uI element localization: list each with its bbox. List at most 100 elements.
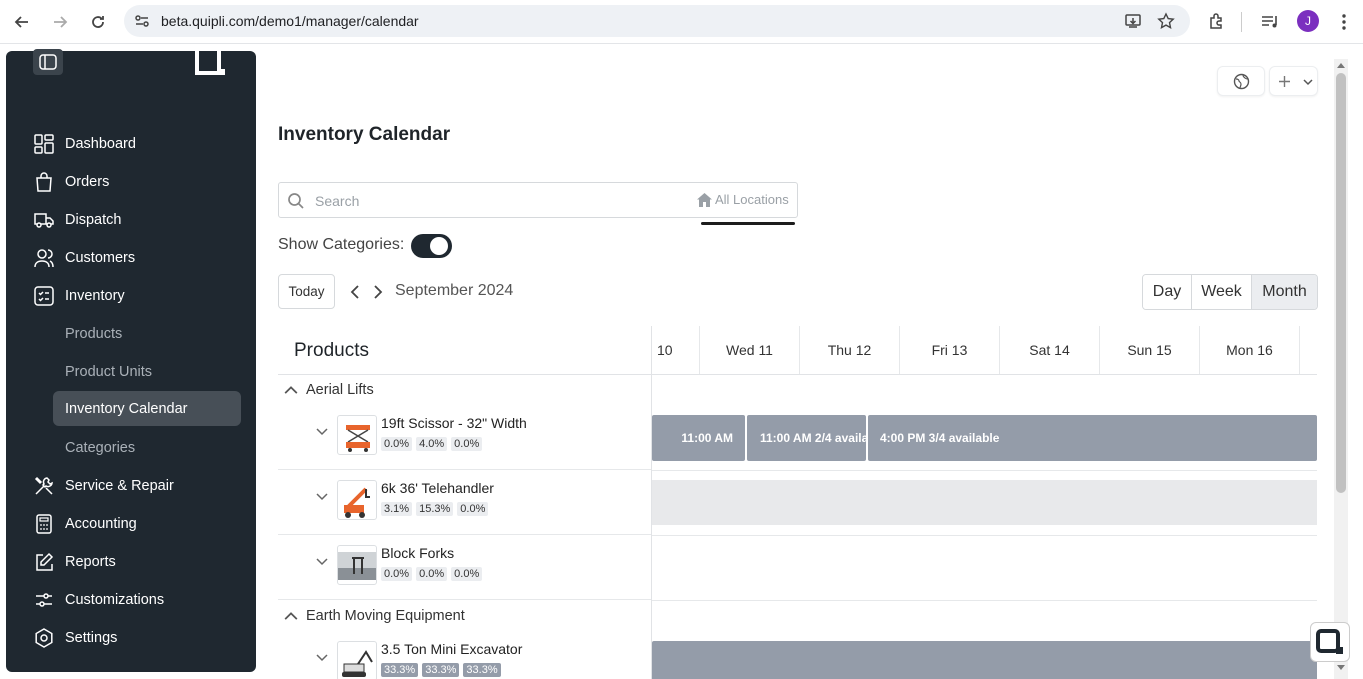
stat-badge: 0.0% bbox=[416, 567, 448, 581]
chevron-down-icon[interactable] bbox=[315, 425, 329, 439]
sidebar-item-label: Settings bbox=[65, 630, 118, 646]
gear-icon bbox=[35, 628, 53, 648]
media-control-icon[interactable] bbox=[1259, 11, 1281, 33]
tools-icon bbox=[34, 476, 53, 495]
product-name[interactable]: 3.5 Ton Mini Excavator bbox=[381, 641, 522, 657]
sidebar-item-dispatch[interactable]: Dispatch bbox=[26, 203, 241, 237]
site-settings-icon[interactable] bbox=[134, 13, 150, 29]
view-month-button[interactable]: Month bbox=[1252, 275, 1317, 309]
sidebar-item-service-repair[interactable]: Service & Repair bbox=[26, 469, 241, 503]
chevron-down-icon[interactable] bbox=[315, 490, 329, 504]
address-bar[interactable]: beta.quipli.com/demo1/manager/calendar bbox=[124, 5, 1190, 37]
chat-widget-button[interactable] bbox=[1310, 622, 1350, 662]
more-menu-icon[interactable] bbox=[1333, 11, 1355, 33]
profile-avatar[interactable]: J bbox=[1297, 10, 1319, 32]
location-filter[interactable]: All Locations bbox=[697, 192, 789, 207]
view-week-button[interactable]: Week bbox=[1192, 275, 1252, 309]
extensions-icon[interactable] bbox=[1206, 11, 1228, 33]
product-row: 19ft Scissor - 32" Width 0.0% 4.0% 0.0% bbox=[278, 405, 651, 470]
sidebar-item-label: Accounting bbox=[65, 516, 137, 532]
view-day-button[interactable]: Day bbox=[1143, 275, 1192, 309]
sidebar-item-label: Dispatch bbox=[65, 212, 122, 228]
booking-bar[interactable] bbox=[652, 641, 1317, 679]
quipli-logo-icon[interactable] bbox=[193, 51, 229, 79]
search-input[interactable] bbox=[315, 190, 675, 212]
header-divider bbox=[278, 374, 1317, 375]
sidebar-item-settings[interactable]: Settings bbox=[26, 621, 241, 655]
show-categories-label: Show Categories: bbox=[278, 236, 405, 253]
category-row-earth-moving-equipment[interactable]: Earth Moving Equipment bbox=[278, 601, 465, 631]
inventory-icon bbox=[34, 286, 54, 306]
stat-badge: 0.0% bbox=[451, 437, 483, 451]
next-arrow-icon[interactable] bbox=[370, 283, 386, 301]
product-stats: 33.3% 33.3% 33.3% bbox=[381, 663, 501, 677]
search-icon bbox=[288, 193, 304, 209]
bookmark-star-icon[interactable] bbox=[1157, 12, 1175, 30]
sidebar-item-orders[interactable]: Orders bbox=[26, 165, 241, 199]
row-divider bbox=[652, 535, 1317, 536]
sidebar-item-label: Service & Repair bbox=[65, 478, 174, 494]
sidebar-toggle-button[interactable] bbox=[33, 49, 63, 75]
location-underline bbox=[701, 222, 795, 225]
quipli-chat-icon bbox=[1316, 629, 1343, 654]
toggle-knob bbox=[430, 237, 448, 255]
product-name[interactable]: 6k 36' Telehandler bbox=[381, 480, 494, 496]
product-name[interactable]: Block Forks bbox=[381, 545, 454, 561]
page-scrollbar[interactable] bbox=[1334, 59, 1348, 679]
edit-report-icon bbox=[36, 552, 54, 571]
globe-button[interactable] bbox=[1217, 66, 1265, 96]
sidebar-subitem-categories[interactable]: Categories bbox=[53, 430, 241, 465]
sidebar-item-reports[interactable]: Reports bbox=[26, 545, 241, 579]
sidebar-item-dashboard[interactable]: Dashboard bbox=[26, 127, 241, 161]
sidebar-item-label: Orders bbox=[65, 174, 110, 190]
day-header: 10 bbox=[652, 326, 700, 374]
booking-bar[interactable]: 4:00 PM 3/4 available bbox=[868, 415, 1317, 461]
show-categories-toggle[interactable] bbox=[411, 234, 452, 258]
sidebar-subitem-inventory-calendar[interactable]: Inventory Calendar bbox=[53, 391, 241, 426]
add-dropdown-button[interactable] bbox=[1269, 66, 1318, 96]
booking-bar[interactable]: 11:00 AM 2/4 available bbox=[747, 415, 866, 461]
product-stats: 0.0% 0.0% 0.0% bbox=[381, 567, 483, 581]
booking-bar[interactable]: 11:00 AM bbox=[652, 415, 745, 461]
forward-icon[interactable] bbox=[48, 10, 72, 34]
sidebar-item-customers[interactable]: Customers bbox=[26, 241, 241, 275]
sidebar-item-accounting[interactable]: Accounting bbox=[26, 507, 241, 541]
plus-icon bbox=[1279, 76, 1290, 87]
truck-icon bbox=[34, 213, 54, 228]
day-header: Sun 15 bbox=[1100, 326, 1200, 374]
sliders-icon bbox=[36, 593, 52, 607]
sidebar-subitem-products[interactable]: Products bbox=[53, 316, 241, 351]
stat-badge: 0.0% bbox=[381, 437, 413, 451]
sidebar-item-customizations[interactable]: Customizations bbox=[26, 583, 241, 617]
sidebar-subitem-product-units[interactable]: Product Units bbox=[53, 354, 241, 389]
scroll-up-icon[interactable] bbox=[1337, 62, 1345, 68]
inventory-calendar: Products 10 Wed 11 Thu 12 Fri 13 Sat 14 … bbox=[278, 326, 1317, 679]
day-header: Sat 14 bbox=[1000, 326, 1100, 374]
row-divider bbox=[652, 470, 1317, 471]
scroll-down-icon[interactable] bbox=[1337, 665, 1345, 671]
availability-lane[interactable] bbox=[652, 480, 1317, 525]
search-box[interactable]: All Locations bbox=[278, 182, 798, 218]
day-header: Thu 12 bbox=[800, 326, 900, 374]
back-icon[interactable] bbox=[10, 10, 34, 34]
product-thumbnail bbox=[337, 415, 377, 455]
chevron-down-icon[interactable] bbox=[315, 555, 329, 569]
category-row-aerial-lifts[interactable]: Aerial Lifts bbox=[278, 375, 374, 405]
stat-badge: 33.3% bbox=[422, 663, 460, 677]
stat-badge: 15.3% bbox=[416, 502, 454, 516]
today-button[interactable]: Today bbox=[278, 274, 335, 309]
browser-toolbar: beta.quipli.com/demo1/manager/calendar J bbox=[0, 0, 1363, 44]
chevron-up-icon bbox=[284, 386, 298, 395]
scrollbar-thumb[interactable] bbox=[1336, 73, 1346, 493]
sidebar-item-inventory[interactable]: Inventory bbox=[26, 279, 241, 313]
sidebar-item-label: Customizations bbox=[65, 592, 165, 608]
product-row: Block Forks 0.0% 0.0% 0.0% bbox=[278, 535, 651, 600]
prev-arrow-icon[interactable] bbox=[347, 283, 363, 301]
bag-icon bbox=[36, 172, 52, 192]
product-name[interactable]: 19ft Scissor - 32" Width bbox=[381, 415, 527, 431]
sidebar-item-label: Inventory bbox=[65, 288, 125, 304]
stat-badge: 3.1% bbox=[381, 502, 413, 516]
chevron-down-icon[interactable] bbox=[315, 651, 329, 665]
reload-icon[interactable] bbox=[86, 10, 110, 34]
install-app-icon[interactable] bbox=[1124, 12, 1142, 30]
